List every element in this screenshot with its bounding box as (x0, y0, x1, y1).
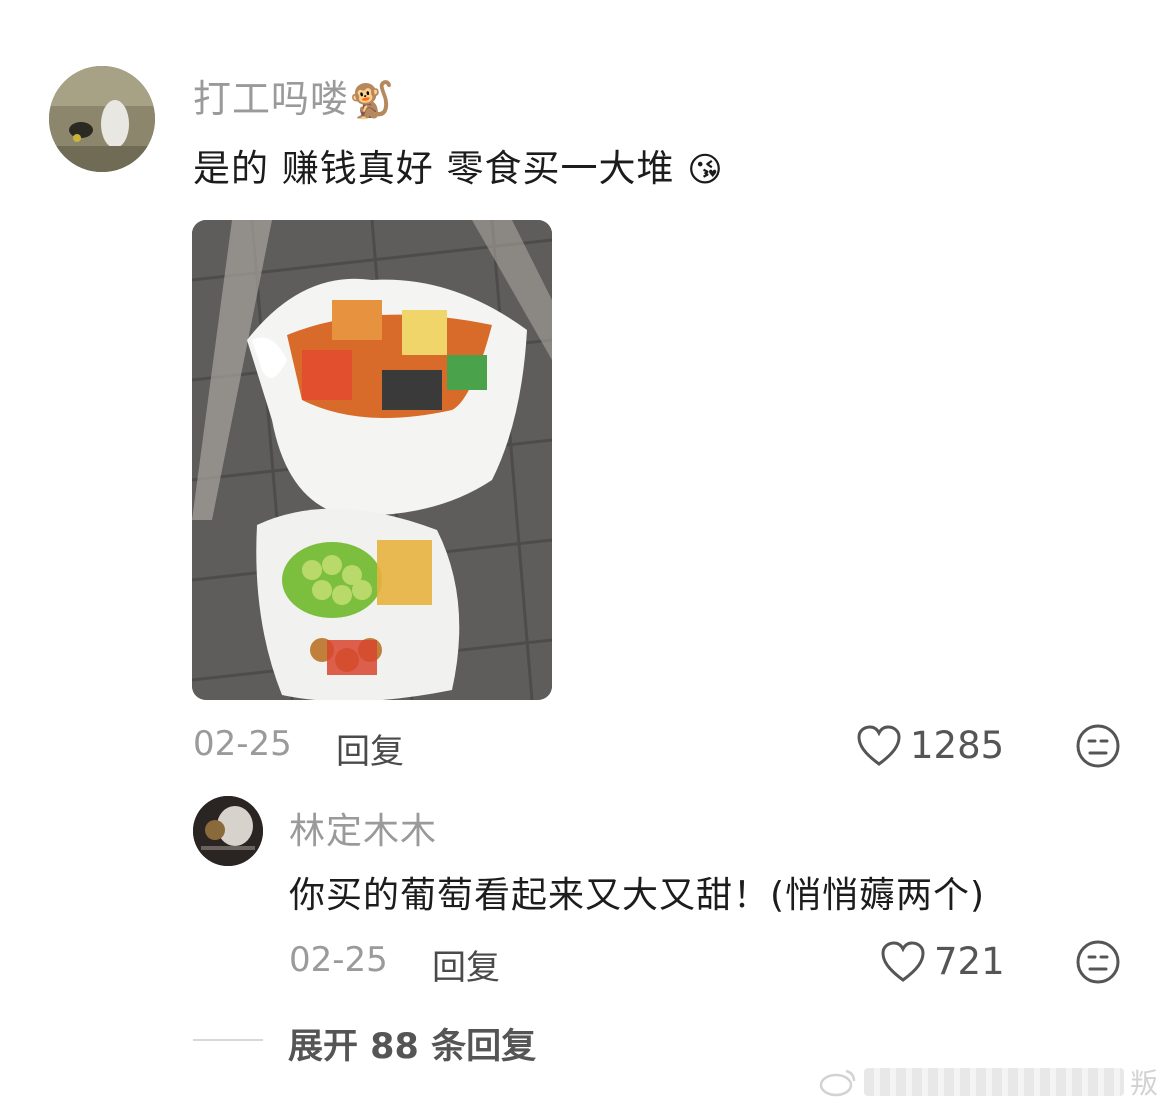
reply-date: 02-25 (289, 940, 388, 980)
expand-divider (193, 1039, 263, 1041)
replier-username[interactable]: 林定木木 (289, 802, 437, 854)
unamused-face-icon (1076, 724, 1120, 768)
dislike-button[interactable] (1075, 723, 1121, 769)
heart-icon (857, 724, 901, 766)
commenter-username[interactable]: 打工吗喽🐒 (193, 68, 395, 123)
like-button[interactable]: 1285 (856, 724, 1004, 767)
reply-text: 你买的葡萄看起来又大又甜！(悄悄薅两个) (289, 875, 986, 916)
reply-button[interactable]: 回复 (336, 724, 404, 773)
expand-replies-button[interactable]: 展开 88 条回复 (288, 1018, 536, 1069)
watermark-bar (863, 1068, 1124, 1096)
monkey-emoji: 🐒 (349, 80, 395, 121)
reply-like-count: 721 (934, 940, 1005, 983)
reply-like-button[interactable]: 721 (880, 940, 1005, 983)
comment-text: 是的 赚钱真好 零食买一大堆 😘 (193, 138, 724, 192)
comment-body: 是的 赚钱真好 零食买一大堆 (193, 147, 675, 190)
reply-dislike-button[interactable] (1075, 939, 1121, 985)
replier-avatar[interactable] (193, 796, 263, 866)
watermark-text: 叛 (1129, 1067, 1158, 1100)
reply-reply-button[interactable]: 回复 (432, 940, 500, 989)
watermark: 叛 (818, 1062, 1158, 1102)
comment-photo[interactable] (192, 220, 552, 700)
kiss-emoji: 😘 (687, 150, 724, 190)
heart-icon (881, 940, 925, 982)
username-text[interactable]: 打工吗喽 (193, 77, 349, 121)
unamused-face-icon (1076, 940, 1120, 984)
commenter-avatar[interactable] (49, 66, 155, 172)
like-count: 1285 (910, 724, 1005, 767)
comment-date: 02-25 (193, 724, 292, 764)
weibo-logo-icon (819, 1069, 856, 1097)
